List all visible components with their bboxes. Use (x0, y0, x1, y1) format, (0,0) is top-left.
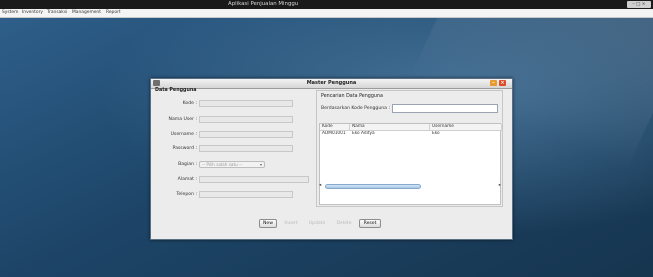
password-row: Password : (153, 145, 303, 152)
password-label: Password : (172, 146, 197, 151)
column-header-nama[interactable]: Nama (350, 124, 430, 130)
reset-button[interactable]: Reset (359, 219, 381, 228)
close-button[interactable]: × (499, 80, 506, 86)
kode-field[interactable] (199, 100, 293, 107)
cell-kode: ADM01001 (322, 131, 346, 136)
username-field[interactable] (199, 131, 293, 138)
bagian-label: Bagian : (178, 162, 197, 167)
kode-label: Kode : (182, 101, 197, 106)
scrollbar-thumb[interactable] (325, 184, 421, 189)
menu-management[interactable]: Management (72, 9, 101, 17)
username-label: Username : (170, 132, 197, 137)
window-controls[interactable]: – □ × (627, 1, 651, 8)
dialog-title-bar[interactable]: Master Pengguna – × (151, 79, 512, 89)
menu-inventory[interactable]: Inventory (22, 9, 43, 17)
username-row: Username : (153, 131, 303, 138)
search-input[interactable] (392, 104, 498, 113)
alamat-row: Alamat : (153, 176, 311, 183)
app-title-bar: Aplikasi Penjualan Minggu – □ × (0, 0, 653, 9)
horizontal-scrollbar[interactable]: ◂ ▸ (319, 183, 501, 189)
kode-row: Kode : (153, 100, 303, 107)
scroll-right-icon[interactable]: ▸ (499, 183, 501, 188)
chevron-down-icon: ▾ (259, 162, 262, 167)
telepon-field[interactable] (199, 191, 293, 198)
bagian-placeholder: -- Pilih salah satu -- (202, 162, 243, 167)
search-heading: Pencarian Data Pengguna (321, 94, 383, 99)
dialog-title: Master Pengguna (306, 80, 357, 86)
update-button[interactable]: Update (305, 219, 329, 228)
pengguna-table: Kode Nama Username ADM01001 Eko Aditya E… (319, 123, 502, 205)
search-label: Berdasarkan Kode Pengguna : (321, 106, 390, 111)
data-pengguna-heading: Data Pengguna (155, 88, 197, 93)
alamat-field[interactable] (199, 176, 309, 183)
menu-system[interactable]: System (2, 9, 18, 17)
nama-user-row: Nama User : (153, 116, 303, 123)
column-header-username[interactable]: Username (430, 124, 502, 130)
telepon-row: Telepon : (153, 191, 303, 198)
minimize-button[interactable]: – (490, 80, 497, 86)
alamat-label: Alamat : (177, 177, 197, 182)
bagian-row: Bagian : -- Pilih salah satu -- ▾ (153, 161, 303, 168)
password-field[interactable] (199, 145, 293, 152)
search-panel: Pencarian Data Pengguna Berdasarkan Kode… (316, 90, 503, 207)
menu-bar: System Inventory Transaksi Management Re… (0, 9, 653, 18)
column-header-kode[interactable]: Kode (320, 124, 350, 130)
new-button[interactable]: New (259, 219, 277, 228)
delete-button[interactable]: Delete (333, 219, 355, 228)
cell-nama: Eko Aditya (352, 131, 375, 136)
nama-user-field[interactable] (199, 116, 293, 123)
cell-username: Eko (432, 131, 440, 136)
menu-report[interactable]: Report (106, 9, 121, 17)
scroll-left-icon[interactable]: ◂ (319, 183, 321, 188)
telepon-label: Telepon : (176, 192, 197, 197)
menu-transaksi[interactable]: Transaksi (47, 9, 67, 17)
table-row[interactable]: ADM01001 Eko Aditya Eko (320, 131, 502, 137)
bagian-select[interactable]: -- Pilih salah satu -- ▾ (199, 161, 265, 168)
app-title: Aplikasi Penjualan Minggu (228, 1, 299, 7)
insert-button[interactable]: Insert (281, 219, 301, 228)
table-header: Kode Nama Username (320, 124, 502, 131)
nama-user-label: Nama User : (168, 117, 197, 122)
master-pengguna-dialog: Master Pengguna – × Data Pengguna Kode :… (150, 78, 513, 240)
